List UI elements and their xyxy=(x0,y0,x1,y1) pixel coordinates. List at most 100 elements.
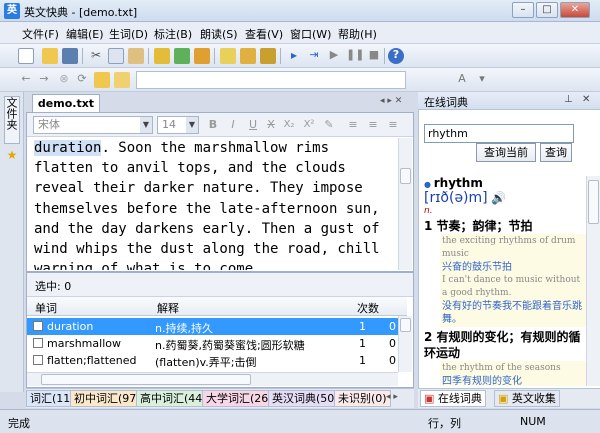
speaker-icon[interactable]: 🔊 xyxy=(491,191,506,205)
wordlist-scrollbar[interactable] xyxy=(398,316,412,372)
menu-file[interactable]: 文件(F) xyxy=(22,26,59,42)
main-toolbar: ✂ ▸ ⇥ ▶ ❚❚ ■ ? xyxy=(0,44,600,68)
annotate-all-icon[interactable] xyxy=(260,48,276,64)
dict-headword-row: ● rhythm xyxy=(424,176,586,190)
close-button[interactable]: ✕ xyxy=(560,2,590,18)
font-color-icon[interactable]: A xyxy=(454,72,470,88)
play-icon[interactable]: ▶ xyxy=(326,48,342,64)
dropdown-chevron-icon[interactable]: ▾ xyxy=(474,72,490,88)
back-arrow-icon[interactable]: ← xyxy=(18,72,34,88)
save-icon[interactable] xyxy=(62,48,78,64)
copy-icon[interactable] xyxy=(108,48,124,64)
doc-scrollbar[interactable] xyxy=(398,138,412,270)
vocab-add-icon[interactable] xyxy=(174,48,190,64)
tab-unknown[interactable]: 未识别(0) xyxy=(334,390,391,407)
tab-nav-icon[interactable]: ◂ ▸ ✕ xyxy=(380,96,402,106)
menu-vocab[interactable]: 生词(D) xyxy=(109,26,148,42)
font-family-select[interactable]: 宋体 ▼ xyxy=(33,116,153,134)
read-line-icon[interactable]: ⇥ xyxy=(306,48,322,64)
align-center-icon[interactable]: ≡ xyxy=(365,117,381,133)
minimize-button[interactable]: – xyxy=(512,2,534,18)
menu-edit[interactable]: 编辑(E) xyxy=(66,26,104,42)
address-input[interactable] xyxy=(136,71,406,89)
format-toolbar: 宋体 ▼ 14 ▼ B I U X X₂ X² ✎ ≡ ≡ ≡ xyxy=(27,113,413,137)
subscript-icon[interactable]: X₂ xyxy=(281,117,297,133)
home-folder-icon[interactable] xyxy=(114,72,130,88)
col-meaning[interactable]: 解释 xyxy=(157,300,179,316)
italic-icon[interactable]: I xyxy=(225,117,241,133)
menu-annotate[interactable]: 标注(B) xyxy=(154,26,192,42)
status-position: 行，列 xyxy=(428,417,461,430)
tab-college[interactable]: 大学词汇(26) xyxy=(202,390,277,407)
row-checkbox[interactable] xyxy=(33,355,43,365)
align-left-icon[interactable]: ≡ xyxy=(345,117,361,133)
read-start-icon[interactable]: ▸ xyxy=(286,48,302,64)
menu-help[interactable]: 帮助(H) xyxy=(338,26,377,42)
dict-search-input[interactable]: rhythm xyxy=(424,124,574,143)
document-text[interactable]: duration. Soon the marshmallow rims flat… xyxy=(34,138,394,270)
favorites-folder-icon[interactable] xyxy=(94,72,110,88)
tab-english-collect[interactable]: ▣ 英文收集 xyxy=(494,390,560,407)
underline-icon[interactable]: U xyxy=(245,117,261,133)
doc-scroll-thumb[interactable] xyxy=(400,168,411,184)
cut-icon[interactable]: ✂ xyxy=(88,48,104,64)
tab-online-dict[interactable]: ▣ 在线词典 xyxy=(420,390,486,407)
table-row[interactable]: marshmallow n.药蜀葵,药蜀葵蜜饯;圆形软糖 1 0 xyxy=(27,335,407,352)
maximize-button[interactable]: □ xyxy=(536,2,558,18)
hscroll-thumb[interactable] xyxy=(41,374,251,385)
menu-read[interactable]: 朗读(S) xyxy=(200,26,238,42)
align-right-icon[interactable]: ≡ xyxy=(385,117,401,133)
strikethrough-icon[interactable]: X xyxy=(263,117,279,133)
doc-tab[interactable]: demo.txt xyxy=(32,94,100,112)
row-count: 1 xyxy=(359,320,366,333)
stop-load-icon[interactable]: ⊗ xyxy=(56,72,72,88)
query-button[interactable]: 查询 xyxy=(540,143,572,162)
new-file-icon[interactable] xyxy=(18,48,34,64)
tab-dictionary[interactable]: 英汉词典(50) xyxy=(268,390,343,407)
pin-icon[interactable]: ⊥ xyxy=(564,94,573,105)
chevron-down-icon: ▼ xyxy=(186,117,198,133)
row-word: marshmallow xyxy=(47,337,121,350)
tab-senior[interactable]: 高中词汇(44) xyxy=(136,390,211,407)
highlighted-word[interactable]: duration xyxy=(34,140,102,156)
open-folder-icon[interactable] xyxy=(42,48,58,64)
pause-icon[interactable]: ❚❚ xyxy=(346,48,364,64)
dict-scrollbar[interactable] xyxy=(586,176,600,386)
row-word: flatten;flattened xyxy=(47,354,137,367)
tab-scroll-icon[interactable]: ◂ ▸ xyxy=(386,392,398,402)
menu-window[interactable]: 窗口(W) xyxy=(290,26,331,42)
wordlist-hscrollbar[interactable] xyxy=(27,372,398,386)
lookup-current-button[interactable]: 查询当前 xyxy=(476,143,536,162)
table-row[interactable]: duration n.持续,持久 1 0 xyxy=(27,318,407,335)
vocab-list-icon[interactable] xyxy=(194,48,210,64)
col-word[interactable]: 单词 xyxy=(35,300,57,316)
row-count: 1 xyxy=(359,354,366,367)
dict-pos: n. xyxy=(424,206,433,216)
annotate-clear-icon[interactable] xyxy=(240,48,256,64)
help-icon[interactable]: ? xyxy=(388,48,404,64)
forward-arrow-icon[interactable]: → xyxy=(36,72,52,88)
online-dict-header: 在线词典 ⊥ ✕ xyxy=(418,92,600,110)
paste-icon[interactable] xyxy=(128,48,144,64)
wordlist-scroll-thumb[interactable] xyxy=(400,318,411,332)
dict-scroll-thumb[interactable] xyxy=(588,180,599,224)
stop-icon[interactable]: ■ xyxy=(366,48,382,64)
refresh-icon[interactable]: ⟳ xyxy=(74,72,90,88)
row-checkbox[interactable] xyxy=(33,338,43,348)
close-icon[interactable]: ✕ xyxy=(582,94,590,105)
row-checkbox[interactable] xyxy=(33,321,43,331)
paint-icon[interactable]: ✎ xyxy=(321,117,337,133)
bold-icon[interactable]: B xyxy=(205,117,221,133)
superscript-icon[interactable]: X² xyxy=(301,117,317,133)
font-size-value: 14 xyxy=(162,118,176,131)
annotate-icon[interactable] xyxy=(220,48,236,64)
table-row[interactable]: flatten;flattened (flatten)v.弄平;击倒 1 0 xyxy=(27,352,407,369)
menu-view[interactable]: 查看(V) xyxy=(245,26,283,42)
window-title: 英文快典 - [demo.txt] xyxy=(24,6,138,19)
vocab-book-icon[interactable] xyxy=(154,48,170,64)
font-size-select[interactable]: 14 ▼ xyxy=(157,116,199,134)
folder-tab[interactable]: 文件夹 xyxy=(4,96,20,144)
col-count[interactable]: 次数 xyxy=(357,300,379,316)
star-icon[interactable]: ★ xyxy=(5,148,19,162)
tab-junior[interactable]: 初中词汇(97) xyxy=(70,390,145,407)
